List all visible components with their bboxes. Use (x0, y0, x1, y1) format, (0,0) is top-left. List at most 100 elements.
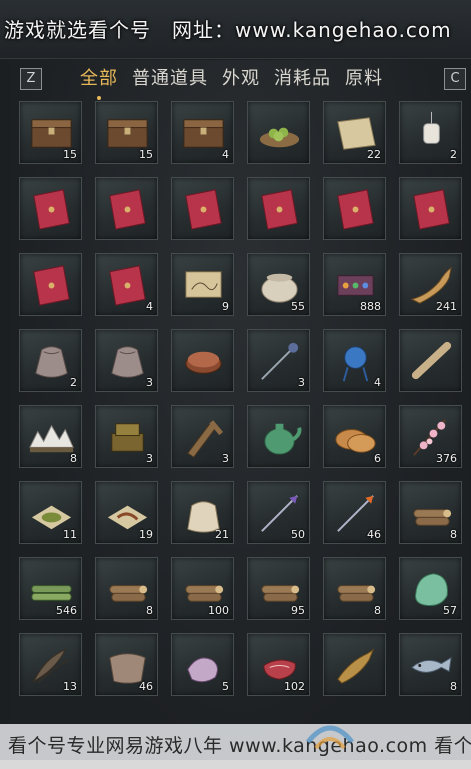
tab-consumables[interactable]: 消耗品 (274, 64, 331, 92)
item-slot[interactable]: 15 (95, 101, 158, 164)
fruit-tray-icon (259, 127, 300, 148)
item-slot[interactable]: 241 (399, 253, 462, 316)
item-count: 4 (222, 148, 229, 161)
top-watermark: 游戏就选看个号 网址：www.kangehao.com (4, 18, 452, 42)
item-slot[interactable]: 22 (323, 101, 386, 164)
item-slot[interactable] (399, 177, 462, 240)
category-tabs: 全部 普通道具 外观 消耗品 原料 (80, 64, 397, 100)
item-slot[interactable] (171, 177, 234, 240)
item-count: 46 (139, 680, 153, 693)
red-envelope-icon (413, 189, 450, 230)
item-count: 21 (215, 528, 229, 541)
tab-appearance[interactable]: 外观 (222, 64, 260, 92)
item-count: 46 (367, 528, 381, 541)
item-slot[interactable]: 46 (95, 633, 158, 696)
rolled-scroll-icon (411, 341, 452, 380)
item-slot[interactable]: 21 (171, 481, 234, 544)
item-count: 3 (146, 452, 153, 465)
item-slot[interactable] (171, 329, 234, 392)
item-slot[interactable]: 8 (95, 557, 158, 620)
item-count: 241 (436, 300, 457, 313)
item-count: 8 (374, 604, 381, 617)
item-slot[interactable]: 3 (95, 405, 158, 468)
item-count: 4 (374, 376, 381, 389)
item-slot[interactable] (323, 633, 386, 696)
item-slot[interactable]: 546 (19, 557, 82, 620)
item-slot[interactable]: 4 (323, 329, 386, 392)
teapot-icon (264, 423, 302, 455)
item-count: 8 (146, 604, 153, 617)
carp-icon (337, 648, 375, 684)
tab-materials[interactable]: 原料 (345, 64, 383, 92)
item-slot[interactable]: 888 (323, 253, 386, 316)
item-count: 8 (70, 452, 77, 465)
item-slot[interactable]: 8 (19, 405, 82, 468)
item-slot[interactable]: 13 (19, 633, 82, 696)
item-count: 19 (139, 528, 153, 541)
item-slot[interactable]: 102 (247, 633, 310, 696)
item-count: 888 (360, 300, 381, 313)
item-slot[interactable]: 2 (19, 329, 82, 392)
item-slot[interactable]: 4 (95, 253, 158, 316)
item-slot[interactable]: 3 (171, 405, 234, 468)
makeup-box-icon (185, 351, 222, 374)
item-slot[interactable]: 100 (171, 557, 234, 620)
prev-tab-key[interactable]: Z (20, 68, 42, 90)
red-envelope-icon (261, 189, 298, 230)
item-slot[interactable]: 3 (247, 329, 310, 392)
item-slot[interactable]: 8 (399, 633, 462, 696)
item-count: 9 (222, 300, 229, 313)
item-slot[interactable]: 3 (95, 329, 158, 392)
item-slot[interactable]: 4 (171, 101, 234, 164)
item-slot[interactable]: 46 (323, 481, 386, 544)
item-count: 15 (139, 148, 153, 161)
item-slot[interactable]: 8 (323, 557, 386, 620)
red-envelope-icon (337, 189, 374, 230)
item-count: 2 (450, 148, 457, 161)
item-slot[interactable] (247, 101, 310, 164)
item-count: 2 (70, 376, 77, 389)
item-slot[interactable]: 11 (19, 481, 82, 544)
item-slot[interactable]: 2 (399, 101, 462, 164)
item-slot[interactable]: 9 (171, 253, 234, 316)
item-slot[interactable]: 55 (247, 253, 310, 316)
item-count: 15 (63, 148, 77, 161)
bottom-watermark: 看个号专业网易游戏八年 www.kangehao.com 看个号 (8, 735, 471, 757)
next-tab-key[interactable]: C (444, 68, 466, 90)
item-slot[interactable]: 15 (19, 101, 82, 164)
item-slot[interactable]: 8 (399, 481, 462, 544)
item-count: 22 (367, 148, 381, 161)
item-count: 4 (146, 300, 153, 313)
tab-all[interactable]: 全部 (80, 64, 118, 100)
item-slot[interactable] (19, 177, 82, 240)
item-count: 100 (208, 604, 229, 617)
item-count: 8 (450, 528, 457, 541)
item-slot[interactable] (19, 253, 82, 316)
item-slot[interactable]: 6 (323, 405, 386, 468)
item-slot[interactable]: 19 (95, 481, 158, 544)
red-envelope-icon (33, 265, 70, 306)
item-count: 8 (450, 680, 457, 693)
red-envelope-icon (185, 189, 222, 230)
watermark-logo-icon (306, 725, 354, 750)
tab-common-items[interactable]: 普通道具 (132, 64, 208, 92)
item-count: 3 (298, 376, 305, 389)
item-slot[interactable] (247, 405, 310, 468)
item-count: 50 (291, 528, 305, 541)
item-slot[interactable] (399, 329, 462, 392)
item-count: 3 (146, 376, 153, 389)
item-slot[interactable]: 57 (399, 557, 462, 620)
item-slot[interactable]: 95 (247, 557, 310, 620)
red-envelope-icon (33, 189, 70, 230)
item-count: 13 (63, 680, 77, 693)
item-slot[interactable]: 5 (171, 633, 234, 696)
item-slot[interactable]: 376 (399, 405, 462, 468)
item-count: 102 (284, 680, 305, 693)
item-count: 5 (222, 680, 229, 693)
bottom-strip (0, 760, 471, 769)
item-slot[interactable]: 50 (247, 481, 310, 544)
item-slot[interactable] (95, 177, 158, 240)
item-count: 95 (291, 604, 305, 617)
item-slot[interactable] (323, 177, 386, 240)
item-slot[interactable] (247, 177, 310, 240)
